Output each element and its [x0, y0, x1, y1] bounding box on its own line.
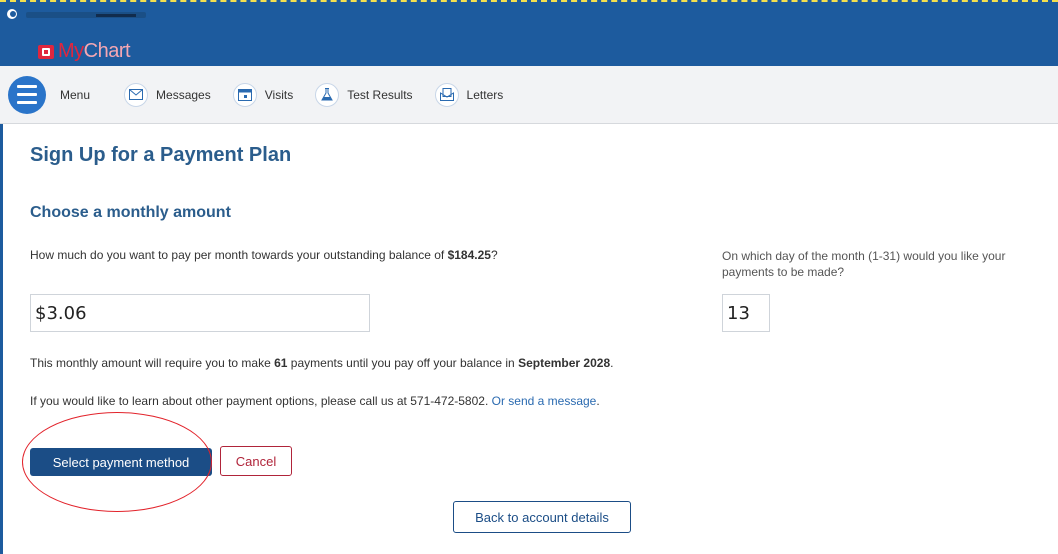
nav-item-test-results[interactable]: Test Results: [315, 82, 413, 107]
nav-item-label: Test Results: [347, 87, 413, 102]
page-title: Sign Up for a Payment Plan: [30, 144, 292, 166]
nav-item-letters[interactable]: Letters: [434, 82, 504, 107]
payoff-date: September 2028: [518, 356, 611, 370]
nav-item-label: Messages: [156, 87, 211, 102]
mychart-logo[interactable]: MyChart: [38, 40, 131, 63]
org-logo-icon: [7, 9, 17, 19]
envelope-icon: [124, 82, 149, 107]
amount-question-label: How much do you want to pay per month to…: [30, 248, 498, 262]
section-title: Choose a monthly amount: [30, 204, 231, 221]
main-nav: Menu Messages Visits Test Results Letter…: [0, 66, 1058, 124]
menu-button[interactable]: [8, 75, 46, 114]
monthly-amount-input[interactable]: [30, 294, 370, 332]
letter-icon: [434, 82, 459, 107]
menu-label[interactable]: Menu: [60, 88, 90, 102]
cancel-button[interactable]: Cancel: [220, 446, 292, 476]
select-payment-method-button[interactable]: Select payment method: [30, 448, 212, 476]
nav-item-label: Visits: [264, 87, 294, 102]
nav-item-messages[interactable]: Messages: [124, 82, 211, 107]
mychart-logo-text: MyChart: [58, 40, 131, 62]
back-to-account-details-button[interactable]: Back to account details: [453, 501, 631, 533]
nav-item-label: Letters: [466, 87, 504, 102]
org-name-redacted: [26, 12, 146, 18]
payment-day-question-label: On which day of the month (1-31) would y…: [722, 249, 1006, 279]
app-header: MyChart: [0, 0, 1058, 66]
payment-day-input[interactable]: [722, 294, 770, 332]
payments-count: 61: [274, 356, 288, 370]
flask-icon: [315, 82, 340, 107]
payment-schedule-summary: This monthly amount will require you to …: [30, 356, 614, 370]
nav-item-visits[interactable]: Visits: [232, 82, 294, 107]
page-left-border: [0, 124, 3, 554]
calendar-icon: [232, 82, 257, 107]
hamburger-icon: [17, 85, 37, 88]
other-options-note: If you would like to learn about other p…: [30, 394, 600, 408]
mychart-logo-icon: [38, 44, 54, 59]
send-message-link[interactable]: Or send a message: [492, 394, 597, 408]
outstanding-balance: $184.25: [447, 248, 491, 262]
